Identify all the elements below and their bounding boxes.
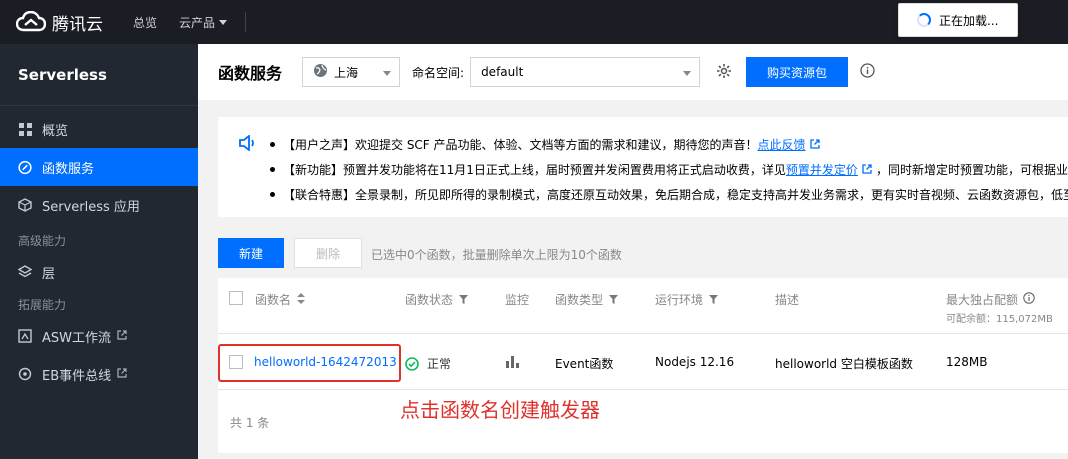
notice-text: 【新功能】预置并发功能将在11月1日正式上线，届时预置并发闲置费用将正式启动收费… [283, 163, 786, 177]
monitor-chart-icon[interactable] [506, 355, 519, 368]
type-cell: Event函数 [555, 357, 614, 371]
external-link-icon [117, 329, 127, 344]
external-link-icon [117, 367, 127, 382]
gear-icon[interactable] [716, 63, 732, 82]
loading-toast: 正在加载... [898, 3, 1018, 37]
col-status[interactable]: 函数状态 [405, 291, 469, 308]
buy-package-button[interactable]: 购买资源包 [746, 57, 849, 87]
select-all-checkbox[interactable] [229, 291, 243, 305]
bullet [270, 167, 275, 172]
filter-icon[interactable] [709, 293, 719, 307]
bullet [270, 192, 275, 197]
namespace-value: default [481, 65, 524, 79]
speaker-icon [238, 134, 258, 154]
delete-button[interactable]: 删除 [294, 238, 362, 268]
col-memory: 最大独占配额 [946, 291, 1035, 308]
col-label: 函数类型 [555, 293, 604, 307]
chevron-down-icon [383, 71, 392, 76]
check-circle-icon [405, 356, 419, 371]
status-cell: 正常 [405, 355, 451, 372]
col-label: 函数状态 [405, 293, 454, 307]
col-label: 函数名 [255, 293, 292, 307]
memory-cell: 128MB [946, 355, 988, 369]
page-title: 函数服务 [218, 64, 283, 83]
sidebar: Serverless 概览 函数服务 Serverless 应用 高级能力 层 … [0, 44, 198, 459]
sidebar-item-asw[interactable]: ASW工作流 [0, 317, 198, 355]
feedback-link[interactable]: 点此反馈 [758, 136, 806, 153]
highlight-box [218, 344, 401, 382]
eventbus-icon [18, 367, 32, 381]
notice-item: 【用户之声】欢迎提交 SCF 产品功能、体验、文档等方面的需求和建议，期待您的声… [270, 132, 1068, 157]
external-link-icon [862, 163, 872, 177]
col-label: 运行环境 [655, 293, 704, 307]
logo-text: 腾讯云 [52, 14, 103, 35]
sidebar-item-label: Serverless 应用 [42, 199, 140, 215]
runtime-cell: Nodejs 12.16 [655, 355, 735, 369]
sidebar-item-label: EB事件总线 [42, 368, 112, 384]
sidebar-item-serverless-app[interactable]: Serverless 应用 [0, 186, 198, 224]
region-select[interactable]: 上海 [302, 57, 401, 87]
notice-panel: 【用户之声】欢迎提交 SCF 产品功能、体验、文档等方面的需求和建议，期待您的声… [218, 117, 1068, 217]
col-desc: 描述 [775, 293, 800, 307]
new-function-button[interactable]: 新建 [218, 238, 284, 268]
quota-note: 可配余额：115,072MB [946, 314, 1053, 325]
sidebar-title: Serverless [0, 44, 198, 106]
col-type[interactable]: 函数类型 [555, 291, 619, 308]
bullet [270, 142, 275, 147]
status-text: 正常 [427, 357, 452, 371]
nav-products-label: 云产品 [179, 15, 216, 30]
selection-info: 已选中0个函数，批量删除单次上限为10个函数 [371, 248, 622, 262]
filter-icon[interactable] [459, 293, 469, 307]
region-value: 上海 [334, 65, 359, 80]
checkbox[interactable] [229, 291, 243, 305]
desc-cell: helloworld 空白模板函数 [775, 357, 913, 371]
cube-icon [18, 198, 32, 212]
total-count: 共 1 条 [230, 416, 270, 430]
col-name[interactable]: 函数名 [255, 291, 306, 308]
notice-text: 【联合特惠】全景录制，所见即所得的录制模式，高度还原互动效果，免后期合成，稳定支… [283, 188, 1068, 202]
chevron-down-icon [219, 19, 228, 25]
sidebar-item-functions[interactable]: 函数服务 [0, 148, 198, 186]
sidebar-item-overview[interactable]: 概览 [0, 110, 198, 148]
col-monitor: 监控 [505, 293, 530, 307]
layers-icon [18, 265, 32, 279]
page-header: 函数服务 上海 命名空间: default 购买资源包 [198, 44, 1068, 100]
table-header: 函数名 函数状态 监控 函数类型 运行环境 描述 最大独占配额 可配余额：115… [218, 278, 1068, 334]
sidebar-group-extension: 拓展能力 [18, 298, 67, 312]
col-label: 最大独占配额 [946, 293, 1019, 307]
nav-products[interactable]: 云产品 [179, 14, 228, 31]
grid-icon [18, 122, 32, 136]
namespace-select[interactable]: default [470, 57, 701, 87]
annotation-text: 点击函数名创建触发器 [400, 398, 600, 422]
tencent-cloud-logo[interactable]: 腾讯云 [16, 10, 103, 35]
notice-text: 【用户之声】欢迎提交 SCF 产品功能、体验、文档等方面的需求和建议，期待您的声… [283, 138, 758, 152]
sidebar-item-label: ASW工作流 [42, 330, 111, 346]
info-icon[interactable] [1023, 292, 1035, 307]
cloud-logo-icon [16, 11, 46, 32]
globe-icon [313, 63, 328, 81]
sidebar-item-layers[interactable]: 层 [0, 253, 198, 291]
notice-item: 【新功能】预置并发功能将在11月1日正式上线，届时预置并发闲置费用将正式启动收费… [270, 157, 1068, 182]
workflow-icon [18, 329, 32, 343]
col-runtime[interactable]: 运行环境 [655, 291, 719, 308]
sort-icon[interactable] [297, 292, 306, 307]
sidebar-item-label: 概览 [42, 123, 69, 139]
namespace-label: 命名空间: [412, 65, 465, 80]
sidebar-group-advanced: 高级能力 [18, 234, 67, 248]
sidebar-item-label: 函数服务 [42, 161, 95, 177]
filter-icon[interactable] [609, 293, 619, 307]
external-link-icon [809, 138, 820, 152]
nav-overview[interactable]: 总览 [133, 14, 157, 31]
loading-text: 正在加载... [939, 13, 999, 28]
pricing-link[interactable]: 预置并发定价 [786, 161, 858, 178]
sidebar-item-eventbus[interactable]: EB事件总线 [0, 355, 198, 393]
spinner-icon [917, 13, 931, 27]
notice-item: 【联合特惠】全景录制，所见即所得的录制模式，高度还原互动效果，免后期合成，稳定支… [270, 182, 1068, 207]
sidebar-item-label: 层 [42, 266, 56, 282]
divider [245, 12, 247, 32]
chevron-down-icon [683, 71, 692, 76]
notice-text: ，同时新增定时预置功能，可根据业务 [875, 163, 1068, 177]
function-icon [18, 160, 32, 174]
info-icon[interactable] [860, 63, 875, 81]
